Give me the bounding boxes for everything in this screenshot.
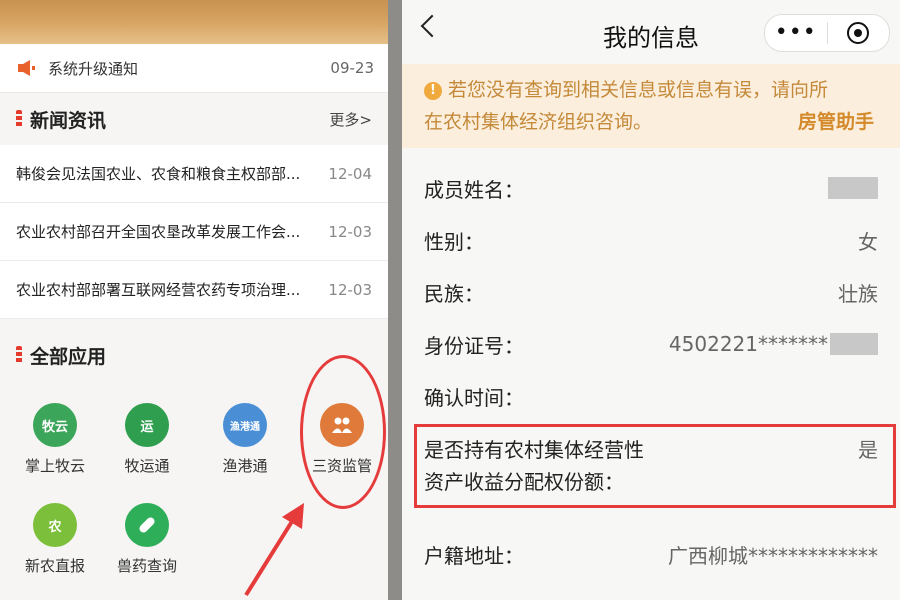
news-title: 农业农村部召开全国农垦改革发展工作会... [16, 223, 301, 241]
address-value: 广西柳城************* [668, 543, 878, 568]
row-gender: 性别： 女 [424, 214, 878, 266]
red-arrow-annotation [244, 503, 304, 597]
app-label: 掌上牧云 [24, 457, 85, 475]
more-dots-icon[interactable]: ••• [765, 22, 827, 44]
row-ethnicity: 民族： 壮族 [424, 266, 878, 318]
news-more-link[interactable]: 更多> [329, 109, 372, 130]
highlight-ellipse-annotation [300, 355, 386, 509]
ethnicity-value: 壮族 [838, 281, 878, 306]
news-title: 韩俊会见法国农业、农食和粮食主权部部... [16, 165, 301, 183]
housing-assistant-link[interactable]: 房管助手 [798, 106, 874, 138]
leaf-app-icon: 农 [33, 503, 77, 547]
redacted-name [828, 177, 878, 199]
redacted-id-tail [830, 333, 878, 355]
pill-app-icon [125, 503, 169, 547]
warning-banner: ! 若您没有查询到相关信息或信息有误，请向所 在农村集体经济组织咨询。 房管助手 [402, 64, 900, 148]
nav-bar: 我的信息 ••• [402, 0, 900, 64]
system-notice-bar[interactable]: 系统升级通知 09-23 [0, 44, 388, 93]
address-label: 户籍地址： [424, 543, 524, 568]
notice-text: 系统升级通知 [48, 59, 139, 78]
notice-date: 09-23 [330, 59, 374, 77]
news-item[interactable]: 农业农村部部署互联网经营农药专项治理... 12-03 [0, 261, 388, 319]
id-number-value: 4502221******* [668, 332, 828, 356]
warning-icon: ! [424, 82, 442, 100]
section-marker-icon [16, 346, 22, 364]
close-target-icon[interactable] [828, 22, 890, 44]
member-name-label: 成员姓名： [424, 177, 524, 202]
app-label: 渔港通 [222, 457, 268, 475]
row-address: 户籍地址： 广西柳城************* [424, 528, 878, 580]
news-date: 12-03 [328, 280, 372, 299]
news-item[interactable]: 农业农村部召开全国农垦改革发展工作会... 12-03 [0, 203, 388, 261]
section-marker-icon [16, 110, 22, 128]
news-list: 韩俊会见法国农业、农食和粮食主权部部... 12-04 农业农村部召开全国农垦改… [0, 145, 388, 319]
news-date: 12-03 [328, 222, 372, 241]
app-zhangshang-muyun[interactable]: 牧云 掌上牧云 [10, 403, 100, 476]
left-phone-screen: 系统升级通知 09-23 新闻资讯 更多> 韩俊会见法国农业、农食和粮食主权部部… [0, 0, 388, 600]
muyun-app-icon: 牧云 [33, 403, 77, 447]
news-item[interactable]: 韩俊会见法国农业、农食和粮食主权部部... 12-04 [0, 145, 388, 203]
panel-divider [388, 0, 402, 600]
gender-label: 性别： [424, 229, 484, 254]
app-shouyao-chaxun[interactable]: 兽药查询 [102, 503, 192, 576]
highlight-box-annotation [414, 424, 896, 508]
news-title: 农业农村部部署互联网经营农药专项治理... [16, 281, 301, 299]
gender-value: 女 [858, 229, 878, 254]
row-id-number: 身份证号： 4502221******* [424, 318, 878, 370]
miniprogram-capsule: ••• [764, 14, 890, 52]
news-section-header: 新闻资讯 更多> [0, 93, 388, 145]
app-label: 新农直报 [24, 557, 85, 575]
news-section-title: 新闻资讯 [30, 109, 107, 132]
app-yugangtong[interactable]: 渔港通 渔港通 [200, 403, 290, 476]
truck-app-icon: 运 [125, 403, 169, 447]
app-label: 兽药查询 [116, 557, 177, 575]
row-confirm-time: 确认时间： [424, 370, 878, 422]
speaker-icon [16, 59, 38, 77]
row-member-name: 成员姓名： [424, 162, 878, 214]
app-xinnong-zhibao[interactable]: 农 新农直报 [10, 503, 100, 576]
confirm-time-label: 确认时间： [424, 385, 524, 410]
app-label: 牧运通 [124, 457, 170, 475]
boat-app-icon: 渔港通 [223, 403, 267, 447]
app-muyuntong[interactable]: 运 牧运通 [102, 403, 192, 476]
warning-text-line1: 若您没有查询到相关信息或信息有误，请向所 [448, 79, 829, 101]
right-phone-screen: 我的信息 ••• ! 若您没有查询到相关信息或信息有误，请向所 在农村集体经济组织… [402, 0, 900, 600]
id-number-label: 身份证号： [424, 333, 524, 358]
top-banner-image [0, 0, 388, 44]
info-list: 成员姓名： 性别： 女 民族： 壮族 身份证号： 4502221******* … [402, 148, 900, 580]
ethnicity-label: 民族： [424, 281, 484, 306]
news-date: 12-04 [328, 164, 372, 183]
